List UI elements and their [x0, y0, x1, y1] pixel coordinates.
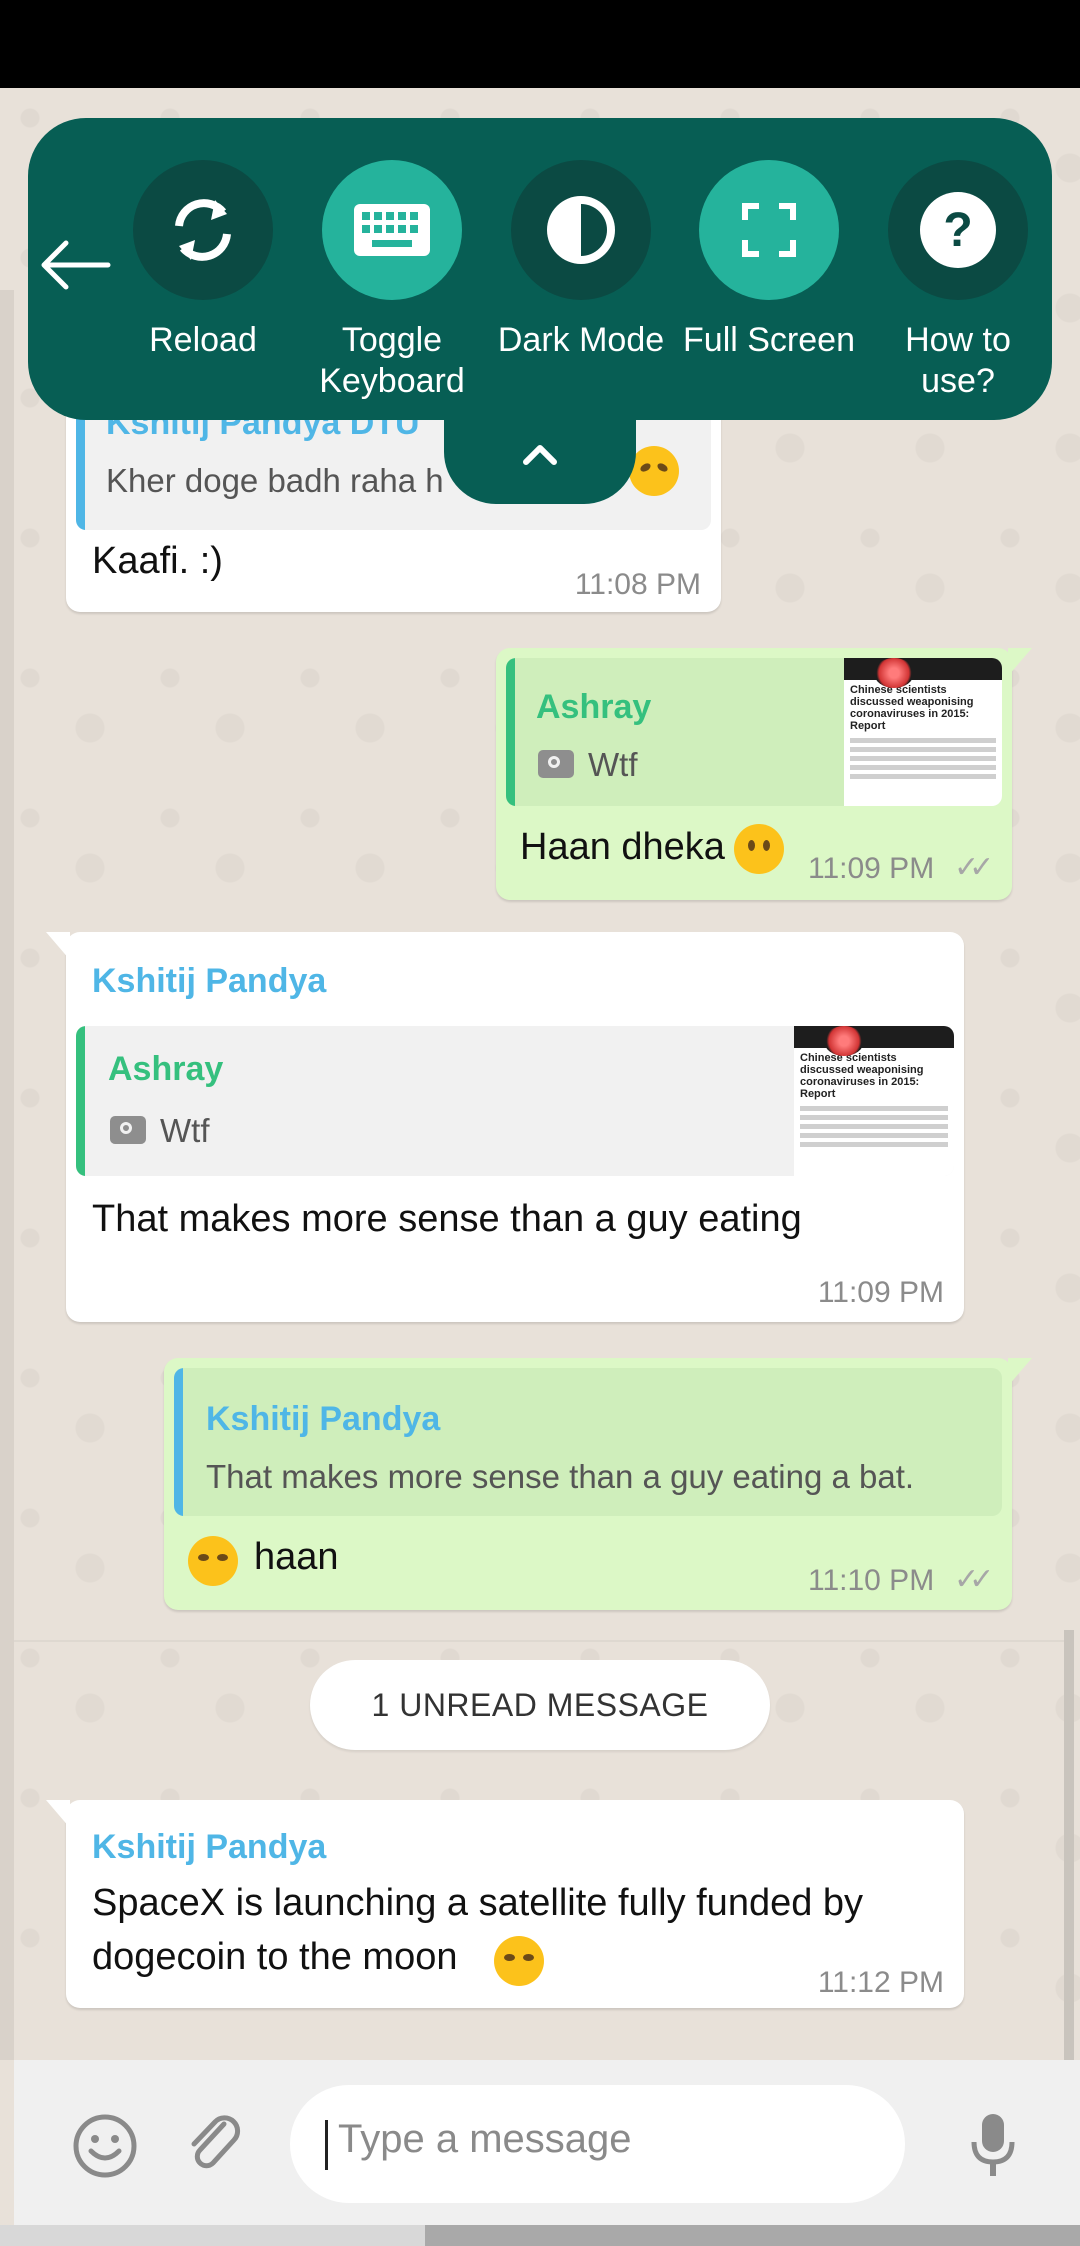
- camera-icon: [538, 750, 574, 778]
- camera-icon: [110, 1116, 146, 1144]
- help-label: How to use?: [905, 321, 1011, 400]
- toggle-keyboard-button[interactable]: [322, 160, 462, 300]
- dark-mode-button[interactable]: [511, 160, 651, 300]
- help-icon: ?: [920, 192, 996, 268]
- tears-of-joy-emoji-icon: [188, 1536, 238, 1586]
- full-screen-button[interactable]: [699, 160, 839, 300]
- smiley-icon[interactable]: [72, 2113, 138, 2184]
- link-thumbnail: Chinese scientists discussed weaponising…: [794, 1026, 954, 1176]
- link-thumbnail: Chinese scientists discussed weaponising…: [844, 658, 1002, 806]
- divider: [14, 1640, 1064, 1642]
- message-bubble-outgoing[interactable]: Kshitij Pandya That makes more sense tha…: [164, 1358, 1032, 1610]
- reload-label: Reload: [149, 321, 257, 359]
- quoted-message[interactable]: Kshitij Pandya That makes more sense tha…: [174, 1368, 1002, 1516]
- message-sender: Kshitij Pandya: [92, 1828, 327, 1866]
- message-text-line-2: dogecoin to the moon: [92, 1936, 458, 1978]
- unread-messages-banner: 1 UNREAD MESSAGE: [310, 1660, 770, 1750]
- status-bar: [0, 0, 1080, 88]
- quoted-text: Kher doge badh raha h: [106, 462, 444, 499]
- message-text: That makes more sense than a guy eating: [92, 1198, 802, 1240]
- quoted-text: That makes more sense than a guy eating …: [206, 1458, 915, 1495]
- collapse-toolbar-button[interactable]: [444, 400, 636, 504]
- scrollbar[interactable]: [1064, 1630, 1074, 2060]
- quoted-sender: Kshitij Pandya: [206, 1400, 441, 1438]
- keyboard-icon: [354, 204, 430, 256]
- relieved-face-emoji-icon: [629, 446, 679, 496]
- quoted-sender: Ashray: [536, 688, 652, 726]
- quoted-sender: Ashray: [108, 1050, 224, 1088]
- quoted-message[interactable]: Ashray Wtf Chinese scientists discussed …: [506, 658, 1002, 806]
- double-check-read-icon: ✓✓: [954, 851, 994, 884]
- toggle-keyboard-label: Toggle Keyboard: [319, 321, 465, 400]
- reload-icon: [175, 199, 231, 261]
- message-bubble-outgoing[interactable]: Ashray Wtf Chinese scientists discussed …: [496, 648, 1032, 900]
- message-time: 11:12 PM: [817, 1966, 944, 1999]
- quoted-message[interactable]: Ashray Wtf Chinese scientists discussed …: [76, 1026, 954, 1176]
- dark-mode-icon: [547, 196, 615, 264]
- tears-of-joy-emoji-icon: [494, 1936, 544, 1986]
- chat-left-edge: [0, 290, 14, 2060]
- dark-mode-label: Dark Mode: [497, 321, 665, 359]
- message-bubble-incoming[interactable]: Kshitij Pandya Ashray Wtf Chinese scient…: [46, 932, 964, 1322]
- message-bubble-incoming[interactable]: Kshitij Pandya SpaceX is launching a sat…: [46, 1800, 964, 2008]
- message-time: 11:10 PM: [808, 1564, 935, 1597]
- message-text-line-1: SpaceX is launching a satellite fully fu…: [92, 1882, 864, 1924]
- paperclip-icon[interactable]: [180, 2110, 246, 2181]
- reload-button[interactable]: [133, 160, 273, 300]
- text-caret: [325, 2120, 328, 2170]
- arrow-left-icon: [41, 240, 111, 290]
- message-text: Haan dheka: [520, 826, 725, 868]
- neutral-face-emoji-icon: [734, 824, 784, 874]
- message-time: 11:09 PM: [817, 1276, 944, 1309]
- message-input-placeholder: Type a message: [338, 2117, 632, 2161]
- message-time: 11:09 PM: [808, 852, 935, 885]
- quoted-text: Wtf: [160, 1112, 210, 1149]
- quoted-text: Wtf: [588, 746, 638, 783]
- double-check-read-icon: ✓✓: [954, 1563, 994, 1596]
- message-time: 11:08 PM: [574, 568, 701, 601]
- message-text: Kaafi. :): [92, 540, 223, 582]
- full-screen-label: Full Screen: [683, 321, 855, 359]
- fullscreen-icon: [742, 203, 796, 257]
- back-button[interactable]: [38, 238, 118, 298]
- chevron-up-icon: [523, 445, 557, 465]
- horizontal-scrollbar[interactable]: [0, 2225, 1080, 2246]
- microphone-icon[interactable]: [966, 2110, 1020, 2185]
- message-text: haan: [254, 1536, 339, 1578]
- svg-text:?: ?: [943, 204, 972, 257]
- message-sender: Kshitij Pandya: [92, 962, 327, 1000]
- help-button[interactable]: ?: [888, 160, 1028, 300]
